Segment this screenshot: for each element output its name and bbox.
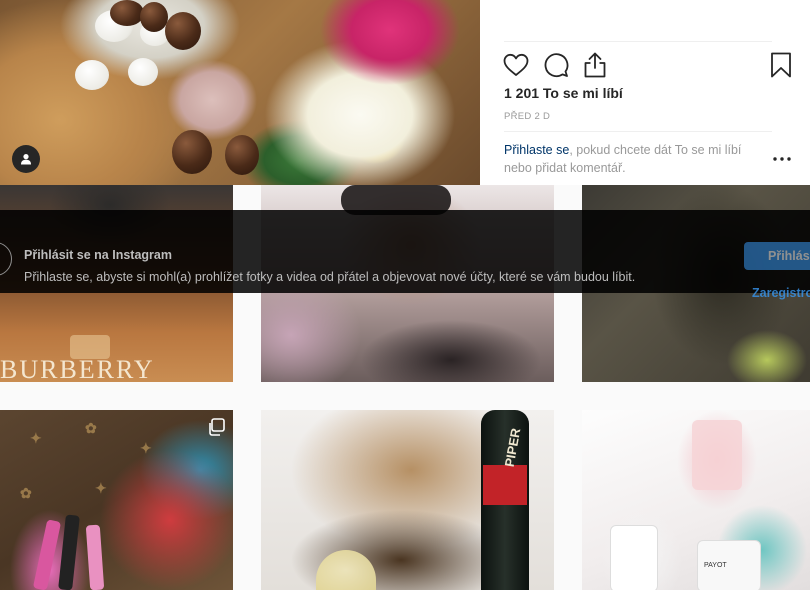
banner-title: Přihlásit se na Instagram <box>24 248 172 262</box>
toner-bottle <box>692 420 742 490</box>
burberry-text: BURBERRY <box>0 355 155 382</box>
login-prompt: Přihlaste se, pokud chcete dát To se mi … <box>504 141 772 177</box>
grid-post[interactable]: PIPER <box>261 410 554 590</box>
login-banner: Přihlásit se na Instagram Přihlaste se, … <box>0 210 810 300</box>
cream-puff <box>75 60 109 90</box>
chocolate-egg <box>172 130 212 174</box>
user-icon[interactable] <box>12 145 40 173</box>
post-image[interactable] <box>0 0 480 185</box>
pattern-mark: ✦ <box>140 440 152 456</box>
banner-description: Přihlaste se, abyste si mohl(a) prohlíže… <box>24 270 636 284</box>
divider <box>504 131 772 132</box>
likes-count[interactable]: 1 201 To se mi líbí <box>504 85 623 101</box>
bookmark-icon[interactable] <box>767 51 795 79</box>
grid-post[interactable]: PAYOT <box>582 410 810 590</box>
pattern-mark: ✦ <box>95 480 107 496</box>
multiple-photos-icon <box>207 418 225 436</box>
post-panel: 1 201 To se mi líbí PŘED 2 D Přihlaste s… <box>480 0 810 185</box>
instagram-logo-icon <box>0 242 12 276</box>
cream-puff <box>128 58 158 86</box>
chocolate-egg <box>225 135 259 175</box>
pattern-mark: ✿ <box>85 420 97 436</box>
post-timestamp[interactable]: PŘED 2 D <box>504 111 550 122</box>
share-icon[interactable] <box>581 51 609 79</box>
more-options-icon[interactable] <box>772 148 792 168</box>
login-button[interactable]: Přihlásit se <box>744 242 810 270</box>
heart-icon[interactable] <box>502 51 530 79</box>
pump-bottle <box>610 525 658 590</box>
comment-icon[interactable] <box>542 51 570 79</box>
champagne-glass <box>316 550 376 590</box>
lip-gloss <box>58 514 80 590</box>
pattern-mark: ✿ <box>20 485 32 501</box>
grid-post[interactable]: ✦ ✿ ✦ ✿ ✦ <box>0 410 233 590</box>
chocolate-egg <box>140 2 168 32</box>
brand-text: PAYOT <box>704 562 727 569</box>
chocolate-egg <box>165 12 201 50</box>
lip-gloss <box>85 524 105 590</box>
bottle-label <box>483 465 527 505</box>
lip-gloss <box>32 519 62 590</box>
pattern-mark: ✦ <box>30 430 42 446</box>
register-link[interactable]: Zaregistrovat se <box>752 286 810 300</box>
login-link[interactable]: Přihlaste se <box>504 143 569 157</box>
divider <box>504 41 772 42</box>
chocolate-egg <box>110 0 144 26</box>
